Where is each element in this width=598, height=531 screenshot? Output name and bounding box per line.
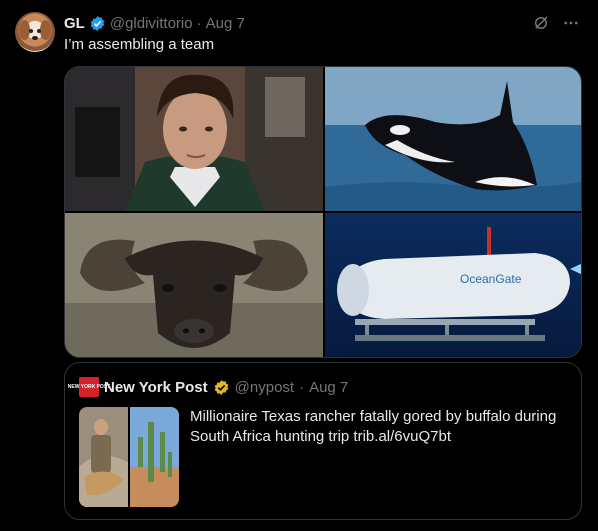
- avatar-dog-eye: [37, 29, 41, 33]
- quoted-tweet-header: NEW YORK POST New York Post @nypost · Au…: [68, 377, 348, 397]
- more-icon[interactable]: [562, 14, 580, 32]
- grok-icon[interactable]: [532, 14, 550, 32]
- tweet-actions: [532, 14, 580, 32]
- media-image-buffalo[interactable]: [65, 213, 323, 357]
- avatar-dog-ear: [40, 20, 51, 40]
- thumbnail-cactus-image: [130, 407, 179, 507]
- author-name[interactable]: GL: [64, 15, 85, 32]
- media-image-man-in-court[interactable]: [65, 67, 323, 211]
- avatar-dog-eye: [29, 29, 33, 33]
- quoted-tweet-text: Millionaire Texas rancher fatally gored …: [190, 408, 557, 445]
- quoted-author-handle[interactable]: @nypost: [235, 379, 294, 396]
- avatar-dog-nose: [32, 36, 38, 40]
- quoted-tweet-date[interactable]: Aug 7: [309, 379, 348, 396]
- media-grid: OceanGate: [64, 66, 582, 358]
- separator-dot: ·: [299, 378, 305, 396]
- quoted-tweet[interactable]: NEW YORK POST New York Post @nypost · Au…: [64, 362, 582, 520]
- thumbnail-hunter-image: [79, 407, 128, 507]
- quoted-author-name[interactable]: New York Post: [104, 379, 208, 396]
- verified-gold-badge-icon[interactable]: [213, 379, 230, 396]
- media-image-orca[interactable]: [325, 67, 581, 211]
- author-avatar[interactable]: [15, 12, 55, 52]
- submersible-logo-text: OceanGate: [460, 272, 522, 286]
- author-handle[interactable]: @gldivittorio: [110, 15, 193, 32]
- quoted-tweet-thumbnail[interactable]: [79, 407, 179, 507]
- media-image-submersible[interactable]: OceanGate: [325, 213, 581, 357]
- tweet-date[interactable]: Aug 7: [206, 15, 245, 32]
- tweet-header: GL @gldivittorio · Aug 7: [64, 13, 245, 33]
- verified-badge-icon[interactable]: [89, 15, 106, 32]
- separator-dot: ·: [196, 14, 202, 32]
- nypost-logo-icon[interactable]: NEW YORK POST: [68, 377, 110, 397]
- tweet-text: I’m assembling a team: [64, 36, 215, 53]
